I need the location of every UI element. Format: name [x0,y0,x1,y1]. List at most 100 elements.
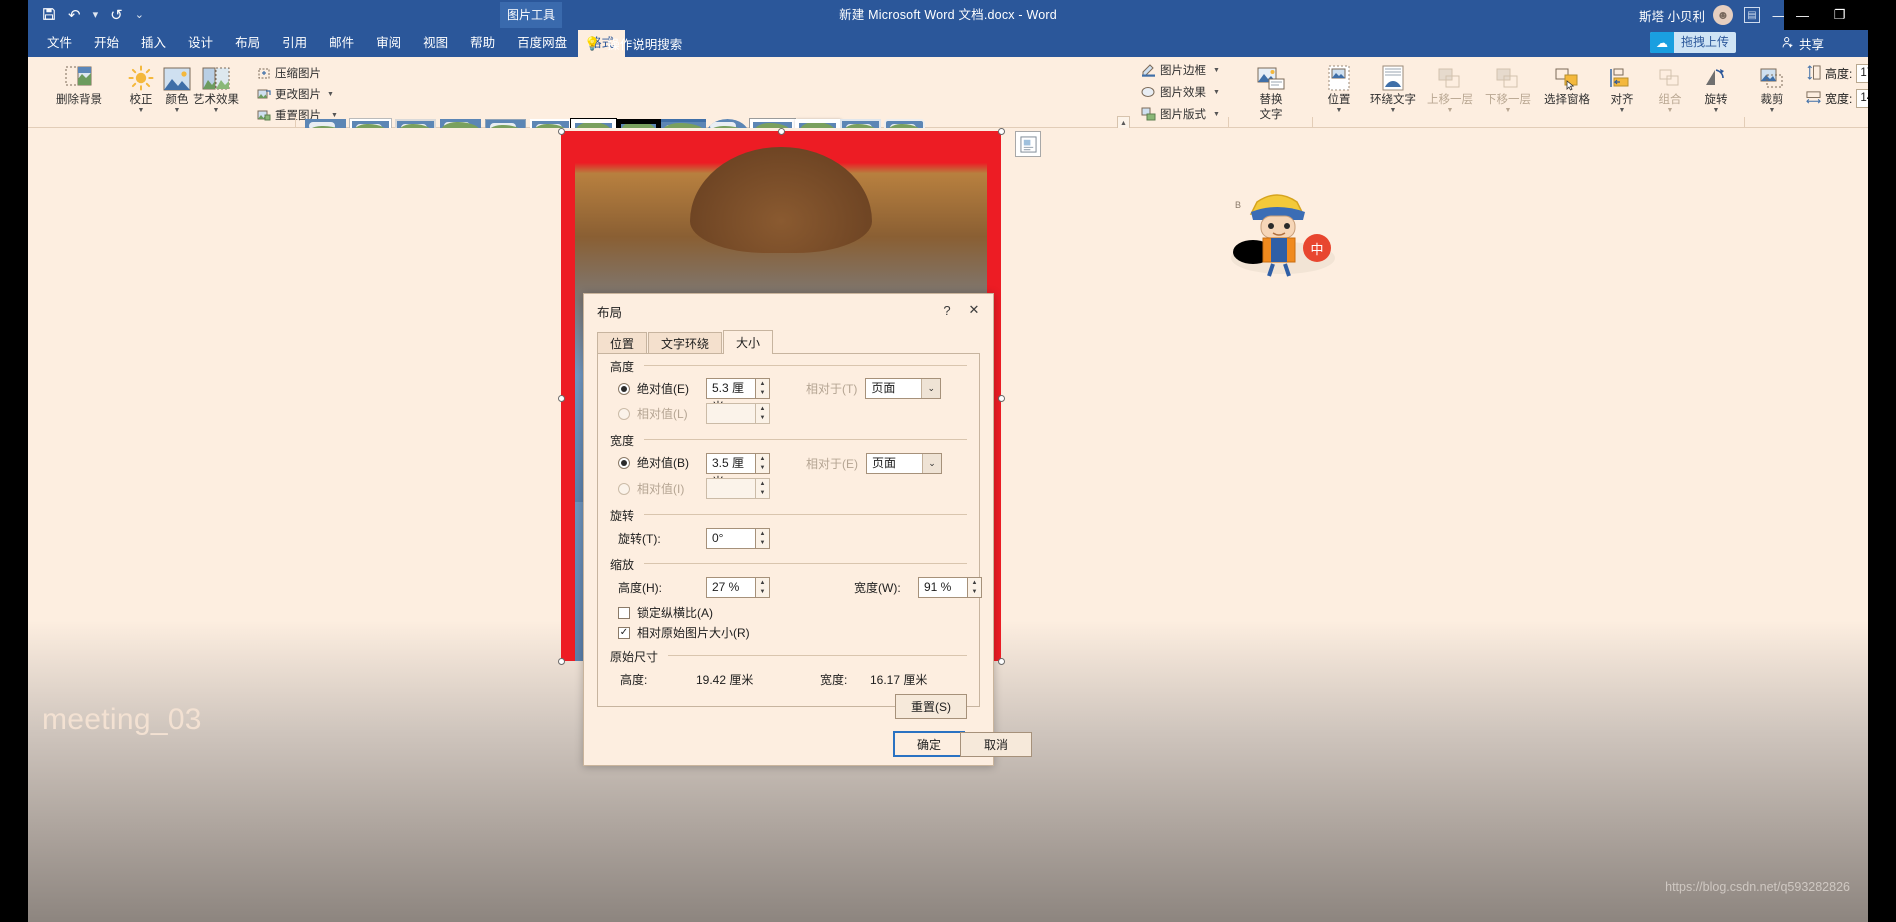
change-picture-button[interactable]: 更改图片 ▼ [256,86,334,102]
rotate-input[interactable]: 0° [706,528,756,549]
layout-options-button[interactable] [1015,131,1041,157]
drag-upload-button[interactable]: ☁ 拖拽上传 [1649,32,1736,53]
tab-review[interactable]: 审阅 [365,30,412,57]
tab-size[interactable]: 大小 [723,330,774,354]
shape-width-icon [1806,90,1821,108]
crop-chevron-down-icon[interactable]: ▼ [1769,107,1776,114]
alt-text-button[interactable]: 替换 文字 [1240,61,1302,121]
artistic-effects-button[interactable]: 艺术效果 ▼ [184,61,248,114]
artistic-effects-chevron-down-icon[interactable]: ▼ [213,107,220,114]
resize-handle-bottom-right[interactable] [998,658,1005,665]
close-icon[interactable]: ✕ [965,301,983,319]
scale-width-input[interactable]: 91 % [918,577,968,598]
resize-handle-bottom-left[interactable] [558,658,565,665]
shape-height-input[interactable]: 17.6 厘米 [1856,64,1868,83]
scale-width-stepper[interactable]: ▲ ▼ [968,577,982,598]
crop-button[interactable]: 裁剪 ▼ [1750,61,1794,114]
chevron-down-icon[interactable]: ⌄ [921,379,941,398]
shape-height-field[interactable]: 高度: 17.6 厘米 ▲▼ [1806,64,1868,83]
resize-handle-middle-left[interactable] [558,395,565,402]
tab-position[interactable]: 位置 [597,332,648,354]
chevron-down-icon[interactable]: ⌄ [922,454,941,473]
tell-me-search[interactable]: 💡 操作说明搜索 [584,30,682,57]
restore-button[interactable]: ❐ [1821,0,1858,30]
width-absolute-input[interactable]: 3.5 厘米 [706,453,756,489]
minimize-button[interactable]: — [1784,0,1821,30]
height-relative-to-group[interactable]: 相对于(T) 页面 ⌄ [806,378,942,399]
tab-design[interactable]: 设计 [177,30,224,57]
tab-references[interactable]: 引用 [271,30,318,57]
resize-handle-top-center[interactable] [778,128,785,135]
wrap-text-button[interactable]: 环绕文字 ▼ [1366,61,1420,114]
reset-button[interactable]: 重置(S) [895,694,967,719]
rotate-button[interactable]: 旋转 ▼ [1694,61,1738,114]
rotate-chevron-down-icon[interactable]: ▼ [1713,107,1720,114]
scale-height-input-group[interactable]: 27 % ▲ ▼ [706,577,770,598]
scale-width-input-group[interactable]: 91 % ▲ ▼ [918,577,982,598]
width-relative-to-group[interactable]: 相对于(E) 页面 ⌄ [806,453,942,474]
width-absolute-input-group[interactable]: 3.5 厘米 ▲▼ [706,453,770,489]
align-chevron-down-icon[interactable]: ▼ [1619,107,1626,114]
shape-width-field[interactable]: 宽度: 14.65 厘米 ▲▼ [1806,89,1868,108]
tab-baidu-netdisk[interactable]: 百度网盘 [506,30,578,57]
tab-mailings[interactable]: 邮件 [318,30,365,57]
position-button[interactable]: 位置 ▼ [1318,61,1360,114]
tab-text-wrap[interactable]: 文字环绕 [648,332,723,354]
align-button[interactable]: 对齐 ▼ [1600,61,1644,114]
tab-help[interactable]: 帮助 [459,30,506,57]
rotate-input-group[interactable]: 0° ▲ ▼ [706,528,770,549]
tab-insert[interactable]: 插入 [130,30,177,57]
width-absolute-radio-row[interactable]: 绝对值(B) [618,454,689,471]
tab-view[interactable]: 视图 [412,30,459,57]
picture-border-chevron-down-icon[interactable]: ▼ [1213,67,1220,74]
resize-handle-top-right[interactable] [998,128,1005,135]
cancel-button[interactable]: 取消 [960,732,1032,757]
resize-handle-middle-right[interactable] [998,395,1005,402]
width-absolute-radio[interactable] [618,456,630,469]
lock-aspect-ratio-row[interactable]: 锁定纵横比(A) [618,604,713,621]
width-absolute-stepper[interactable]: ▲ ▼ [756,453,770,474]
height-absolute-radio[interactable] [618,382,630,395]
shape-width-input[interactable]: 14.65 厘米 [1856,89,1868,108]
tab-file[interactable]: 文件 [36,30,83,57]
picture-border-button[interactable]: 图片边框 ▼ [1141,62,1220,78]
remove-background-button[interactable]: 删除背景 [50,61,108,106]
lock-aspect-ratio-checkbox[interactable] [618,606,630,619]
rotate-stepper[interactable]: ▲ ▼ [756,528,770,549]
reset-picture-chevron-down-icon[interactable]: ▼ [331,112,338,119]
scale-height-stepper[interactable]: ▲ ▼ [756,577,770,598]
help-icon[interactable]: ? [938,301,956,319]
width-relative-to-select[interactable]: 页面 ⌄ [866,453,942,474]
picture-border-icon [1141,63,1156,77]
close-button[interactable]: ✕ [1858,0,1868,30]
height-absolute-radio-row[interactable]: 绝对值(E) [618,380,689,397]
tab-layout[interactable]: 布局 [224,30,271,57]
picture-effects-button[interactable]: 图片效果 ▼ [1141,84,1220,100]
account-area[interactable]: 斯塔 小贝利 ☻ [1639,0,1733,30]
height-absolute-input-group[interactable]: 5.3 厘米 ▲▼ [706,378,770,414]
corrections-chevron-down-icon[interactable]: ▼ [138,107,145,114]
picture-layout-chevron-down-icon[interactable]: ▼ [1213,111,1220,118]
change-picture-chevron-down-icon[interactable]: ▼ [327,91,334,98]
wrap-text-chevron-down-icon[interactable]: ▼ [1390,107,1397,114]
picture-effects-chevron-down-icon[interactable]: ▼ [1213,89,1220,96]
selection-pane-button[interactable]: 选择窗格 [1538,61,1596,106]
height-relative-to-select[interactable]: 页面 ⌄ [865,378,942,399]
color-chevron-down-icon[interactable]: ▼ [174,107,181,114]
height-absolute-input[interactable]: 5.3 厘米 [706,378,756,414]
resize-handle-top-left[interactable] [558,128,565,135]
share-button[interactable]: 共享 [1781,30,1824,57]
ok-button[interactable]: 确定 [893,731,965,757]
ribbon-display-options-icon[interactable]: ▤ [1744,7,1760,23]
relative-to-original-checkbox[interactable]: ✓ [618,626,630,639]
avatar[interactable]: ☻ [1713,5,1733,25]
layout-dialog[interactable]: 布局 ? ✕ 位置 文字环绕 大小 高度 绝对值(E) 5.3 厘 ▲ ▼ 相对… [583,293,1032,766]
tab-home[interactable]: 开始 [83,30,130,57]
original-size-section-title: 原始尺寸 [610,648,665,665]
compress-pictures-button[interactable]: 压缩图片 [256,65,321,81]
height-absolute-stepper[interactable]: ▲ ▼ [756,378,770,399]
scale-height-input[interactable]: 27 % [706,577,756,598]
relative-to-original-row[interactable]: ✓ 相对原始图片大小(R) [618,624,750,641]
position-chevron-down-icon[interactable]: ▼ [1336,107,1343,114]
picture-layout-button[interactable]: 图片版式 ▼ [1141,106,1220,122]
